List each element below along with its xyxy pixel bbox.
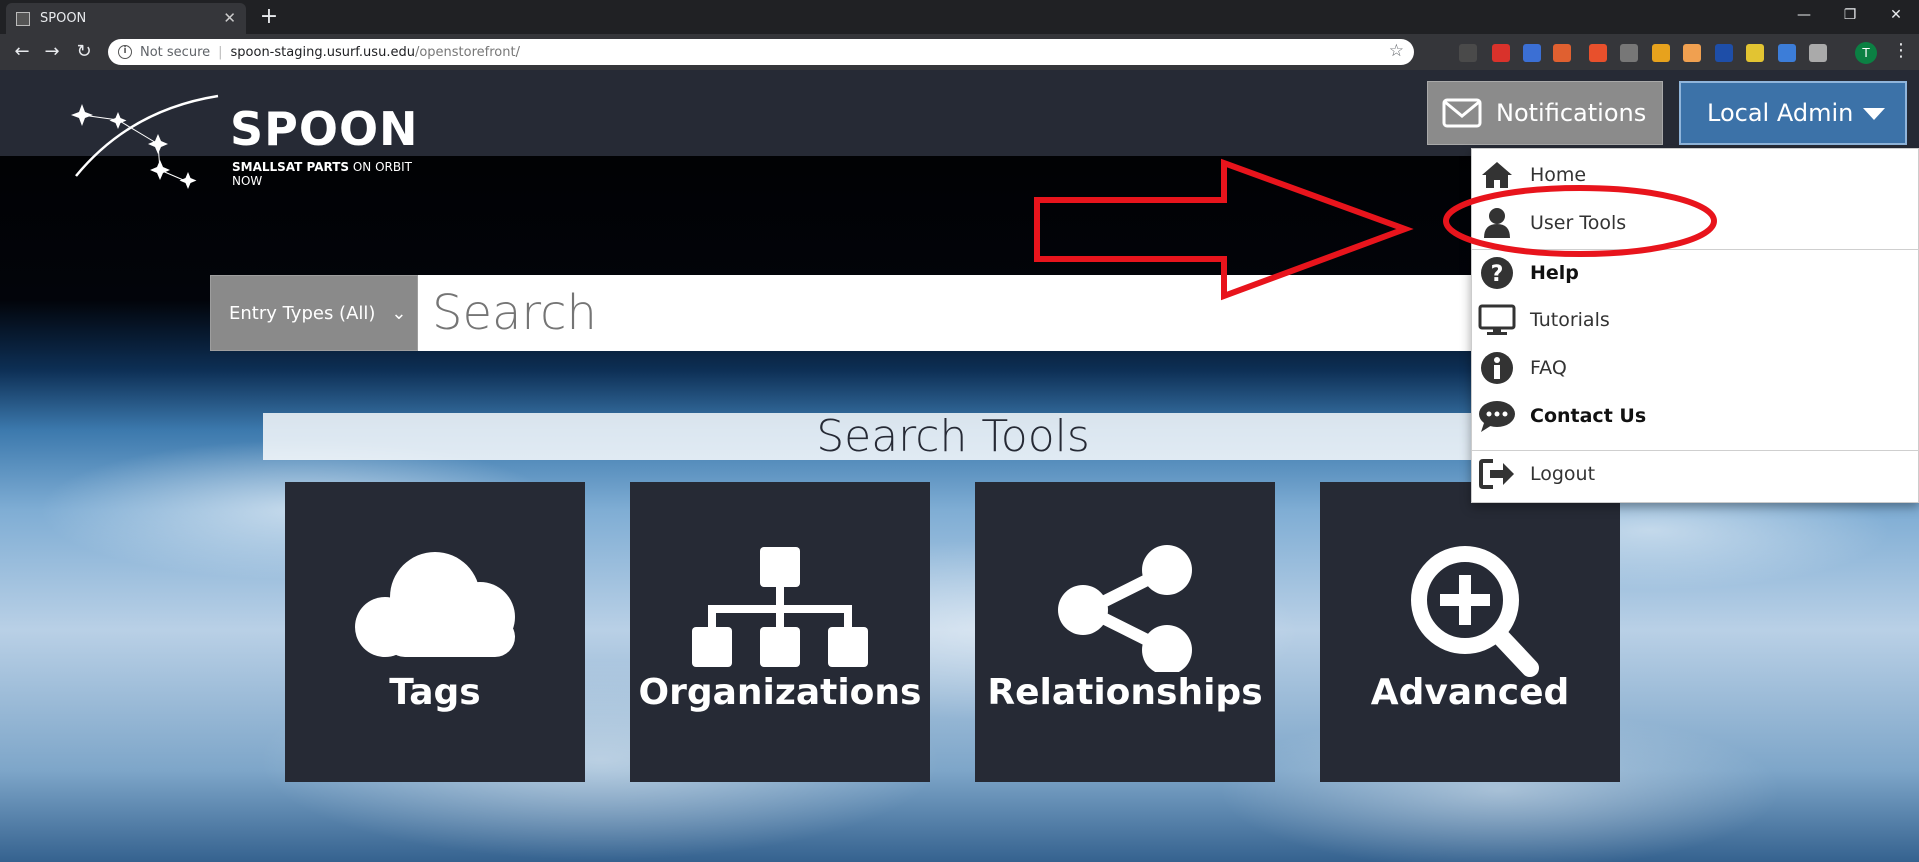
search-plus-icon (1411, 546, 1539, 677)
window-close-button[interactable]: ✕ (1873, 0, 1919, 30)
logo-title: SPOON (230, 102, 419, 156)
spoon-logo[interactable]: SPOON SMALLSAT PARTS ON ORBIT NOW (70, 90, 430, 200)
tool-label: Relationships (987, 672, 1263, 713)
svg-text:?: ? (1491, 262, 1504, 287)
logo-subtitle-bold: SMALLSAT PARTS (232, 160, 350, 174)
tab-close-icon[interactable]: ✕ (223, 9, 236, 27)
search-tools-banner: Search Tools (263, 413, 1643, 460)
menu-item-user-tools[interactable]: User Tools (1472, 200, 1919, 246)
logo-subtitle: SMALLSAT PARTS ON ORBIT NOW (232, 160, 430, 188)
menu-item-label: User Tools (1530, 212, 1627, 234)
caret-down-icon (1863, 108, 1885, 120)
browser-tab[interactable]: SPOON ✕ (6, 3, 246, 34)
extension-icon[interactable] (1809, 44, 1827, 62)
relationships-tool-card[interactable]: Relationships (975, 482, 1275, 782)
extension-icon[interactable] (1492, 44, 1510, 62)
question-icon: ? (1478, 256, 1516, 290)
chevron-down-icon: ⌄ (391, 302, 407, 324)
notifications-label: Notifications (1496, 99, 1647, 127)
search-tools-title: Search Tools (816, 411, 1090, 462)
restore-button[interactable]: ❐ (1827, 0, 1873, 30)
organizations-tool-card[interactable]: Organizations (630, 482, 930, 782)
extension-icon[interactable] (1683, 44, 1701, 62)
advanced-tool-card[interactable]: Advanced (1320, 482, 1620, 782)
search-bar: Entry Types (All) ⌄ (210, 275, 1478, 351)
browser-menu-icon[interactable]: ⋮ (1892, 40, 1910, 61)
security-label: Not secure (140, 44, 211, 60)
menu-item-help[interactable]: ? Help (1472, 250, 1919, 296)
notifications-button[interactable]: Notifications (1427, 81, 1663, 145)
bookmark-star-icon[interactable]: ☆ (1389, 41, 1404, 61)
forward-arrow-icon[interactable]: → (40, 40, 64, 64)
extension-icon[interactable] (1652, 44, 1670, 62)
menu-item-label: Tutorials (1530, 309, 1610, 331)
page-favicon-icon (16, 11, 30, 26)
menu-item-logout[interactable]: Logout (1472, 451, 1919, 497)
address-bar[interactable]: i Not secure | spoon-staging.usurf.usu.e… (108, 39, 1414, 65)
tab-title: SPOON (40, 11, 87, 26)
info-icon[interactable]: i (118, 45, 132, 59)
entry-types-label: Entry Types (All) (229, 302, 376, 324)
tool-label: Advanced (1370, 672, 1570, 713)
minimize-button[interactable]: — (1781, 0, 1827, 30)
menu-item-label: Contact Us (1530, 405, 1647, 427)
extension-icon[interactable] (1778, 44, 1796, 62)
tags-tool-card[interactable]: Tags (285, 482, 585, 782)
reload-icon[interactable]: ↻ (72, 40, 96, 64)
menu-item-faq[interactable]: FAQ (1472, 345, 1919, 391)
user-dropdown-menu: Home User Tools ? Help Tutorials FAQ Con… (1471, 148, 1919, 503)
user-menu-label: Local Admin (1707, 99, 1854, 127)
address-separator: | (218, 44, 223, 60)
cloud-icon (355, 552, 515, 657)
tool-label: Tags (389, 672, 481, 713)
url-path: /openstorefront/ (414, 44, 520, 60)
browser-toolbar: ← → ↻ i Not secure | spoon-staging.usurf… (0, 34, 1919, 70)
entry-types-dropdown[interactable]: Entry Types (All) ⌄ (210, 275, 418, 351)
org-chart-icon (692, 547, 868, 667)
url-host: spoon-staging.usurf.usu.edu (230, 44, 415, 60)
menu-item-label: FAQ (1530, 357, 1567, 379)
search-input[interactable] (418, 275, 1478, 351)
menu-item-tutorials[interactable]: Tutorials (1472, 297, 1919, 343)
logout-icon (1478, 457, 1516, 491)
menu-item-contact-us[interactable]: Contact Us (1472, 393, 1919, 439)
menu-item-label: Home (1530, 164, 1587, 186)
extension-icon[interactable] (1523, 44, 1541, 62)
extension-icon[interactable] (1553, 44, 1571, 62)
envelope-icon (1442, 98, 1482, 128)
browser-tabstrip: SPOON ✕ + — ❐ ✕ (0, 0, 1919, 34)
page-content: SPOON SMALLSAT PARTS ON ORBIT NOW Notifi… (0, 70, 1919, 862)
extension-icon[interactable] (1746, 44, 1764, 62)
menu-item-home[interactable]: Home (1472, 152, 1919, 198)
back-arrow-icon[interactable]: ← (10, 40, 34, 64)
chat-icon (1478, 399, 1516, 433)
extension-icon[interactable] (1589, 44, 1607, 62)
user-menu-button[interactable]: Local Admin (1679, 81, 1907, 145)
extension-icon[interactable] (1459, 44, 1477, 62)
home-icon (1478, 158, 1516, 192)
monitor-icon (1478, 303, 1516, 337)
user-icon (1478, 206, 1516, 240)
new-tab-button[interactable]: + (256, 5, 282, 31)
menu-item-label: Logout (1530, 463, 1596, 485)
extension-icon[interactable] (1715, 44, 1733, 62)
menu-item-label: Help (1530, 262, 1579, 284)
info-circle-icon (1478, 351, 1516, 385)
extension-icon[interactable] (1620, 44, 1638, 62)
share-icon (1058, 545, 1192, 672)
profile-avatar[interactable]: T (1855, 42, 1877, 64)
tool-label: Organizations (638, 672, 922, 713)
constellation-icon (71, 94, 219, 189)
